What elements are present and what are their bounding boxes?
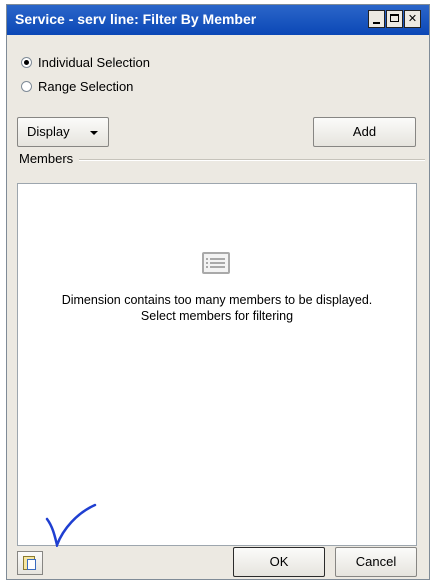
add-button-label: Add	[352, 124, 377, 139]
empty-message-line-2: Select members for filtering	[140, 309, 294, 323]
empty-state-message: Dimension contains too many members to b…	[18, 292, 416, 324]
radio-range-label: Range Selection	[38, 79, 134, 94]
ok-button[interactable]: OK	[233, 547, 325, 577]
display-button-label: Display	[27, 124, 70, 139]
minimize-button[interactable]	[368, 10, 385, 28]
select-members-button[interactable]	[17, 551, 43, 575]
empty-message-line-1: Dimension contains too many members to b…	[61, 293, 373, 307]
list-icon	[202, 252, 230, 274]
maximize-icon	[390, 14, 399, 22]
radio-individual-selection[interactable]: Individual Selection	[21, 55, 150, 70]
maximize-button[interactable]	[386, 10, 403, 28]
title-bar[interactable]: Service - serv line: Filter By Member ✕	[7, 5, 429, 35]
add-button[interactable]: Add	[313, 117, 416, 147]
window-controls: ✕	[367, 10, 421, 28]
members-list[interactable]: Dimension contains too many members to b…	[17, 183, 417, 546]
close-button[interactable]: ✕	[404, 10, 421, 28]
radio-range-selection[interactable]: Range Selection	[21, 79, 133, 94]
radio-range-indicator[interactable]	[21, 81, 32, 92]
minimize-icon	[373, 22, 380, 24]
handwritten-checkmark-annotation	[45, 503, 97, 547]
cancel-button-label: Cancel	[355, 554, 397, 569]
member-select-icon-overlay	[27, 559, 36, 570]
radio-individual-indicator[interactable]	[21, 57, 32, 68]
window-title: Service - serv line: Filter By Member	[15, 11, 257, 27]
radio-individual-label: Individual Selection	[38, 55, 151, 70]
members-group-divider	[79, 159, 425, 161]
close-icon: ✕	[407, 13, 418, 25]
filter-dialog: Service - serv line: Filter By Member ✕ …	[6, 4, 430, 580]
display-dropdown-button[interactable]: Display	[17, 117, 109, 147]
cancel-button[interactable]: Cancel	[335, 547, 417, 577]
chevron-down-icon	[90, 131, 98, 135]
members-group-label: Members	[19, 151, 77, 166]
ok-button-label: OK	[269, 554, 289, 569]
